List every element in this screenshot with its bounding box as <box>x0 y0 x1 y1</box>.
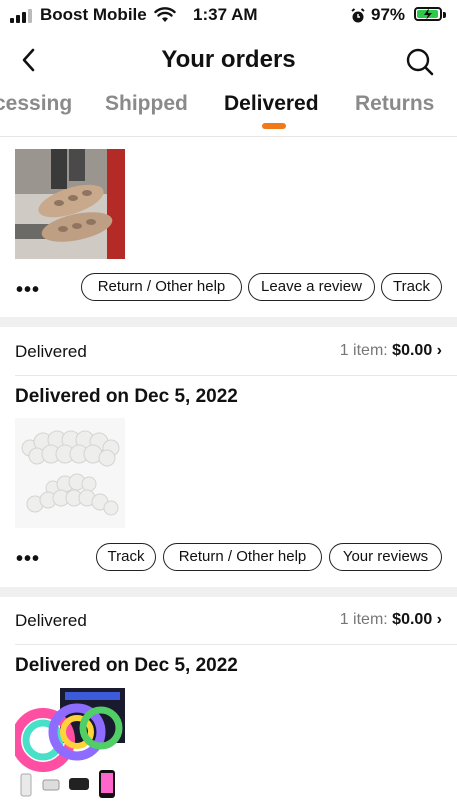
return-other-help-button[interactable]: Return / Other help <box>163 543 322 571</box>
item-count: 1 item: <box>339 611 388 628</box>
battery-icon <box>414 7 442 21</box>
carrier-name: Boost Mobile <box>40 5 147 24</box>
clock-time: 1:37 AM <box>193 5 258 24</box>
status-bar: Boost Mobile 1:37 AM 97% <box>0 0 457 30</box>
active-tab-indicator <box>262 123 286 129</box>
delivered-date: Delivered on Dec 5, 2022 <box>15 386 238 407</box>
search-icon[interactable] <box>406 48 434 76</box>
more-options-button[interactable]: ••• <box>16 279 40 302</box>
order-amount: $0.00 <box>392 611 433 628</box>
order-summary[interactable]: 1 item: $0.00 › <box>340 611 442 629</box>
signal-icon <box>10 9 32 23</box>
order-status: Delivered <box>15 611 87 630</box>
alarm-icon <box>351 8 365 23</box>
product-image-bubble-slides[interactable] <box>15 418 125 528</box>
delivered-date: Delivered on Dec 5, 2022 <box>15 655 238 676</box>
chevron-right-icon: › <box>436 342 442 359</box>
section-gap <box>0 587 457 597</box>
order-status: Delivered <box>15 342 87 361</box>
divider <box>15 375 457 376</box>
order-amount: $0.00 <box>392 342 433 359</box>
chevron-right-icon: › <box>436 611 442 628</box>
battery-percent: 97% <box>371 5 406 24</box>
wifi-icon <box>154 7 176 22</box>
your-reviews-button[interactable]: Your reviews <box>329 543 442 571</box>
order-summary[interactable]: 1 item: $0.00 › <box>340 342 442 360</box>
leave-review-button[interactable]: Leave a review <box>248 273 375 301</box>
divider <box>15 644 457 645</box>
track-button[interactable]: Track <box>96 543 156 571</box>
page-title: Your orders <box>161 46 296 73</box>
order-header[interactable]: Delivered 1 item: $0.00 › <box>15 611 442 633</box>
more-options-button[interactable]: ••• <box>16 548 40 571</box>
order-header[interactable]: Delivered 1 item: $0.00 › <box>15 342 442 364</box>
return-other-help-button[interactable]: Return / Other help <box>81 273 242 301</box>
product-image-led-strip-lights[interactable] <box>15 688 125 811</box>
tab-processing[interactable]: cessing <box>0 92 72 116</box>
tab-returns[interactable]: Returns <box>355 92 434 116</box>
item-count: 1 item: <box>339 342 388 359</box>
battery-tip <box>443 12 446 18</box>
track-button[interactable]: Track <box>381 273 442 301</box>
product-image-foam-shoes[interactable] <box>15 149 125 259</box>
tabs-divider <box>0 136 457 137</box>
section-gap <box>0 317 457 327</box>
tab-shipped[interactable]: Shipped <box>105 92 188 116</box>
tab-delivered[interactable]: Delivered <box>224 92 319 116</box>
